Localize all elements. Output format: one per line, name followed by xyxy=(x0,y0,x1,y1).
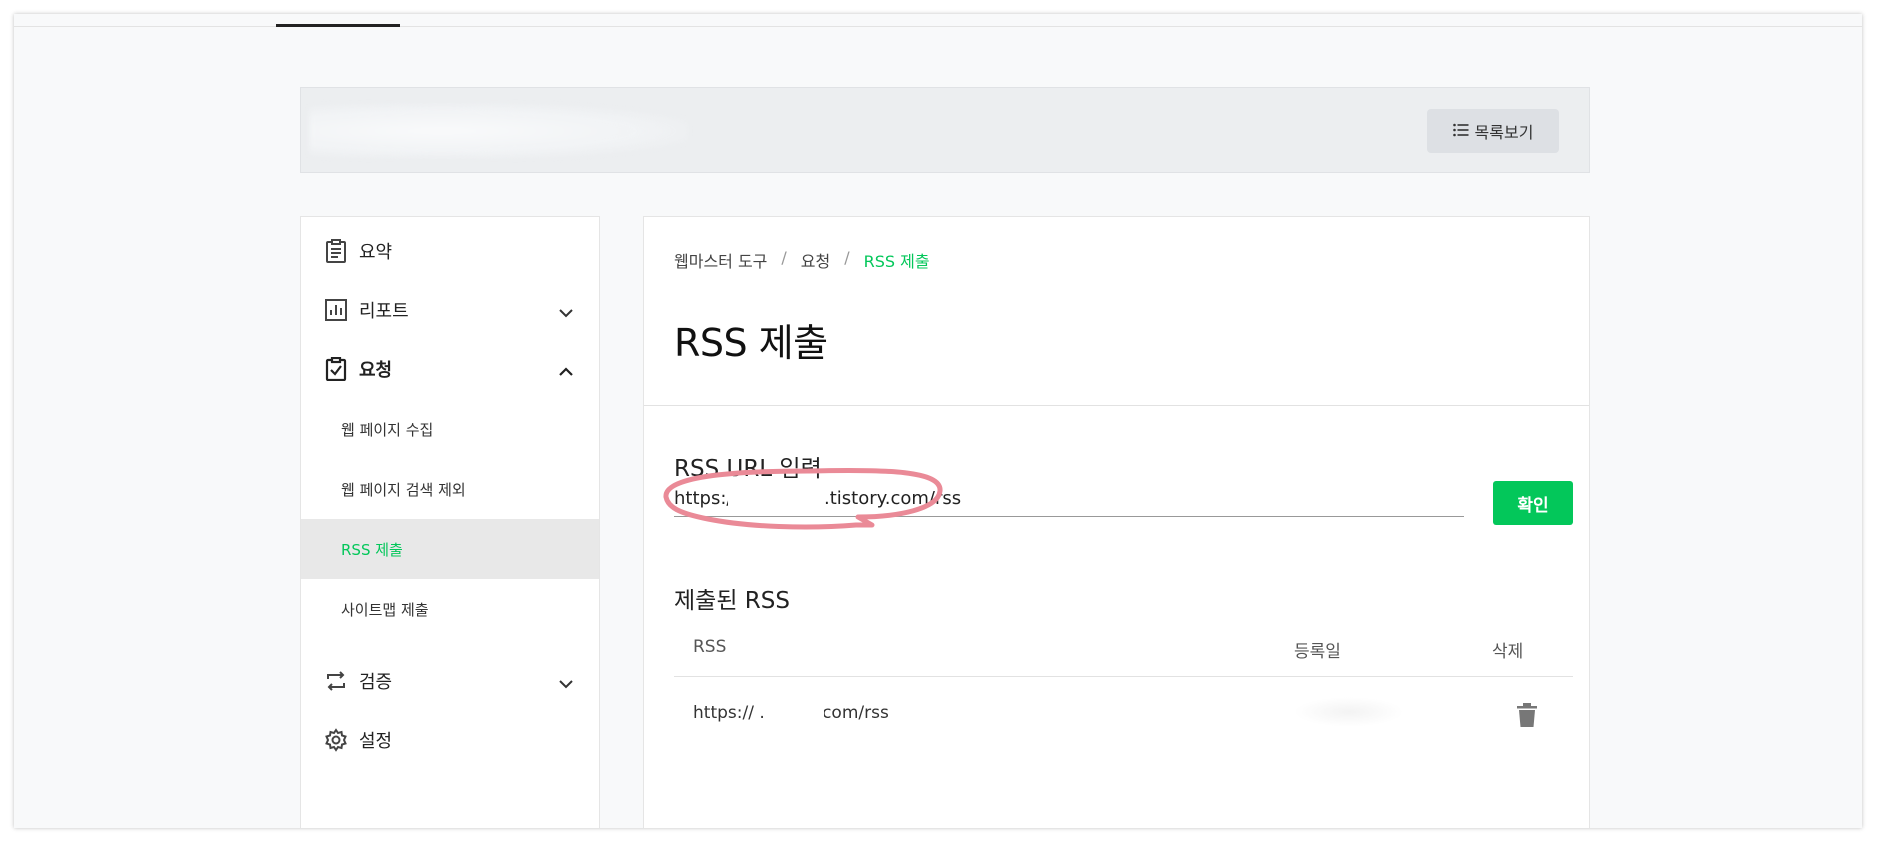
sidebar-item-label: 요청 xyxy=(359,360,393,381)
blurred-site-info xyxy=(309,104,689,158)
breadcrumb-item[interactable]: 요청 xyxy=(801,248,830,272)
table-header-row: RSS 등록일 삭제 xyxy=(674,617,1573,677)
chevron-up-icon xyxy=(559,361,573,382)
sidebar-subitem-rss-submit[interactable]: RSS 제출 xyxy=(301,519,599,579)
sidebar-subitem-sitemap-submit[interactable]: 사이트맵 제출 xyxy=(301,579,599,639)
repeat-icon xyxy=(323,668,349,694)
sidebar-item-report[interactable]: 리포트 xyxy=(301,290,599,330)
sidebar-item-request[interactable]: 요청 xyxy=(301,349,599,389)
page-title: RSS 제출 xyxy=(674,321,828,365)
sidebar-item-label: 리포트 xyxy=(359,301,409,322)
list-view-button[interactable]: 목록보기 xyxy=(1427,109,1559,153)
chevron-down-icon xyxy=(559,302,573,323)
chart-icon xyxy=(323,297,349,323)
breadcrumb: 웹마스터 도구 / 요청 / RSS 제출 xyxy=(674,248,930,272)
sidebar-subitem-web-page-exclude[interactable]: 웹 페이지 검색 제외 xyxy=(301,459,599,519)
sidebar: 요약 리포트 요청 웹 페이지 수집 웹 페이지 검색 제외 RSS 제출 사이… xyxy=(300,216,600,828)
rss-url-label: RSS URL 입력 xyxy=(674,456,822,482)
clipboard-icon xyxy=(323,238,349,264)
redacted-region xyxy=(764,699,824,725)
sidebar-item-label: 설정 xyxy=(359,731,393,752)
sidebar-subitem-web-page-collection[interactable]: 웹 페이지 수집 xyxy=(301,399,599,459)
redacted-region xyxy=(728,481,800,513)
main-content: 웹마스터 도구 / 요청 / RSS 제출 RSS 제출 RSS URL 입력 … xyxy=(643,216,1590,828)
chevron-down-icon xyxy=(559,673,573,694)
sidebar-item-settings[interactable]: 설정 xyxy=(301,720,599,760)
list-view-label: 목록보기 xyxy=(1474,123,1534,142)
clipboard-check-icon xyxy=(323,356,349,382)
confirm-button[interactable]: 확인 xyxy=(1493,481,1573,525)
active-top-tab-indicator xyxy=(276,24,400,27)
table-row: https:// .tistory.com/rss xyxy=(674,677,1573,749)
redacted-region xyxy=(1294,697,1404,727)
list-icon xyxy=(1452,122,1469,141)
sidebar-subitem-label: RSS 제출 xyxy=(341,540,403,559)
breadcrumb-separator: / xyxy=(781,248,787,267)
gear-icon xyxy=(323,727,349,753)
sidebar-item-label: 요약 xyxy=(359,242,393,263)
breadcrumb-item[interactable]: 웹마스터 도구 xyxy=(674,248,767,272)
column-header-date: 등록일 xyxy=(1294,642,1341,662)
column-header-rss: RSS xyxy=(693,637,727,657)
sidebar-subitem-label: 웹 페이지 검색 제외 xyxy=(341,480,466,499)
section-divider xyxy=(644,405,1589,406)
sidebar-item-summary[interactable]: 요약 xyxy=(301,231,599,271)
column-header-delete: 삭제 xyxy=(1492,642,1524,662)
trash-icon[interactable] xyxy=(1517,703,1537,732)
breadcrumb-separator: / xyxy=(844,248,850,267)
site-banner: 목록보기 xyxy=(300,87,1590,173)
sidebar-subitem-label: 사이트맵 제출 xyxy=(341,600,429,619)
sidebar-subitem-label: 웹 페이지 수집 xyxy=(341,420,434,439)
sidebar-item-verify[interactable]: 검증 xyxy=(301,661,599,701)
browser-window: 목록보기 요약 리포트 요청 웹 페이지 수집 웹 페이지 검색 제외 RSS … xyxy=(14,14,1862,828)
submitted-rss-table: RSS 등록일 삭제 https:// .tistory.com/rss xyxy=(674,617,1573,749)
submitted-rss-label: 제출된 RSS xyxy=(674,588,790,614)
breadcrumb-current: RSS 제출 xyxy=(863,252,930,271)
sidebar-item-label: 검증 xyxy=(359,672,393,693)
